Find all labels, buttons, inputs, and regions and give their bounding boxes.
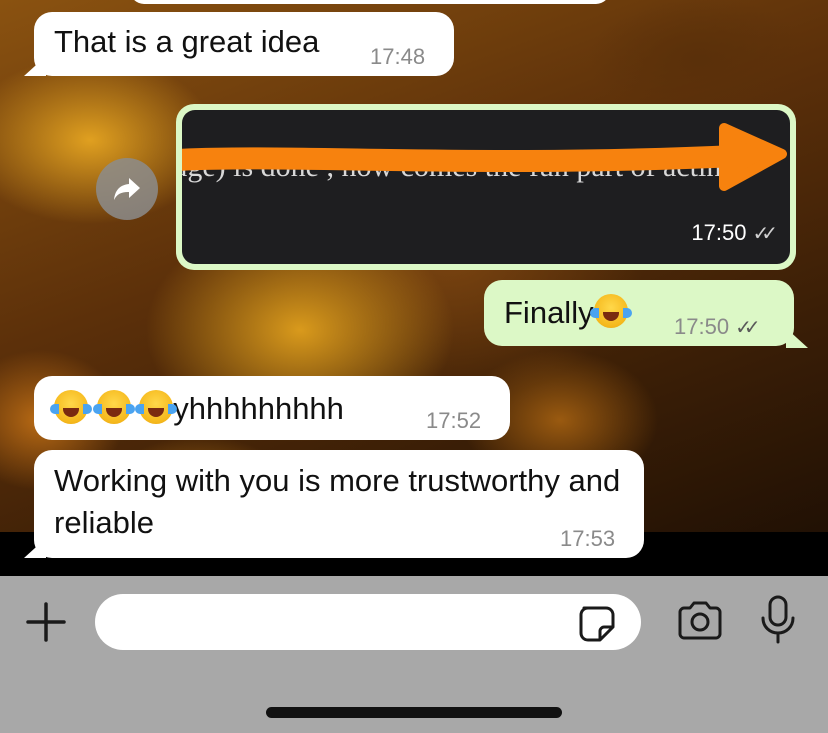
sticker-button[interactable] [578, 605, 616, 643]
message-incoming[interactable]: Working with you is more trustworthy and… [34, 450, 644, 558]
tears-of-joy-emoji-icon [135, 390, 178, 424]
read-receipt-icon: ✓✓ [735, 317, 760, 339]
tears-of-joy-emoji-icon [92, 390, 135, 424]
home-indicator[interactable] [266, 707, 562, 718]
tears-of-joy-emoji-icon [589, 294, 632, 328]
message-time: 17:50 ✓✓ [691, 220, 777, 245]
message-text: Working with you is more trustworthy and… [54, 463, 621, 540]
plus-icon [26, 602, 66, 642]
message-time: 17:48 [370, 44, 426, 69]
forward-button[interactable] [96, 158, 158, 220]
camera-icon [678, 601, 722, 640]
message-text: yhhhhhhhhh [50, 388, 344, 430]
microphone-button[interactable] [758, 594, 798, 646]
read-receipt-icon: ✓✓ [752, 223, 777, 245]
microphone-icon [761, 595, 795, 644]
message-outgoing[interactable]: Finally 17:50 ✓✓ [484, 280, 794, 346]
forward-arrow-icon [114, 178, 140, 200]
message-input[interactable] [95, 594, 641, 650]
message-text: That is a great idea [54, 24, 320, 59]
message-time: 17:50 ✓✓ [674, 312, 760, 342]
attach-button[interactable] [24, 600, 68, 644]
tears-of-joy-emoji-icon [50, 390, 92, 424]
message-text: Finally [504, 292, 632, 334]
message-time: 17:52 [426, 408, 482, 433]
sticker-icon [579, 606, 615, 642]
message-time: 17:53 [560, 526, 616, 551]
message-outgoing-image[interactable]: age) is done , now comes the fun part of… [176, 104, 796, 270]
message-incoming[interactable]: That is a great idea 17:48 [34, 12, 454, 76]
camera-button[interactable] [676, 600, 724, 642]
message-incoming[interactable]: yhhhhhhhhh 17:52 [34, 376, 510, 440]
screenshot-image[interactable]: age) is done , now comes the fun part of… [182, 110, 790, 264]
previous-message-edge [130, 0, 610, 4]
